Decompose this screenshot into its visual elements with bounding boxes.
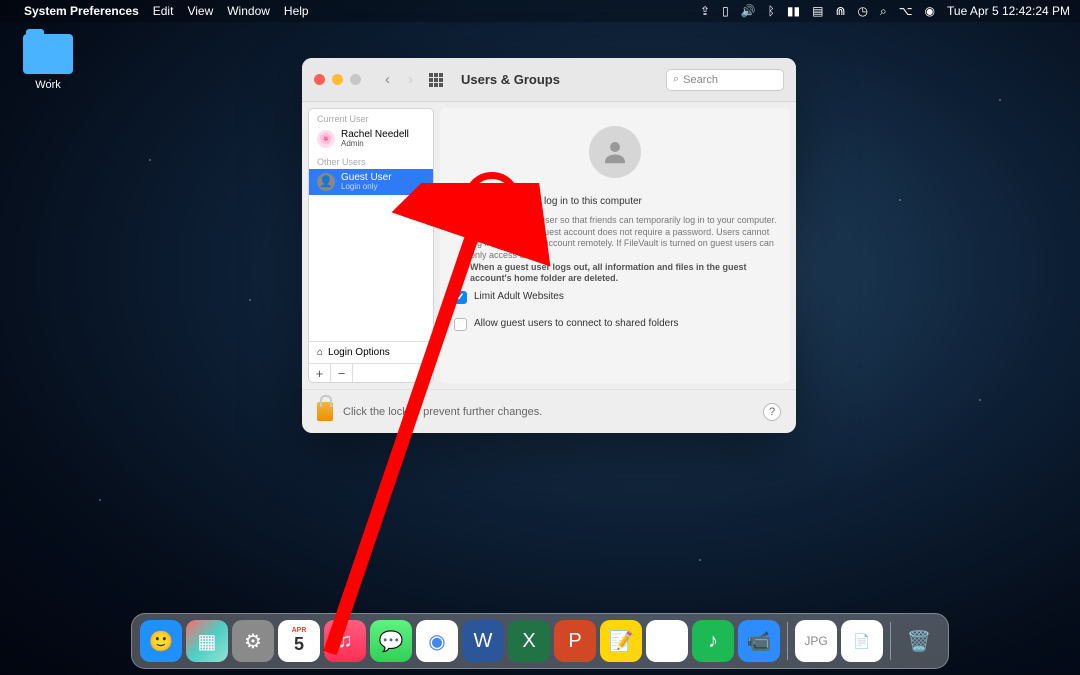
spotlight-icon[interactable]: ⌕ xyxy=(880,4,887,19)
sidebar-current-user[interactable]: 🌸 Rachel Needell Admin xyxy=(309,126,433,152)
login-options-label: Login Options xyxy=(328,347,390,358)
guest-user-role: Login only xyxy=(341,183,392,192)
allow-guest-login-checkbox[interactable] xyxy=(454,196,467,209)
menubar: System Preferences Edit View Window Help… xyxy=(0,0,1080,22)
dock-separator xyxy=(787,622,788,660)
search-placeholder: Search xyxy=(683,74,718,86)
limit-adult-websites-row[interactable]: Limit Adult Websites xyxy=(454,291,776,304)
storage-icon[interactable]: ▯ xyxy=(722,4,729,18)
users-sidebar: Current User 🌸 Rachel Needell Admin Othe… xyxy=(308,108,434,383)
zoom-button[interactable] xyxy=(350,74,361,85)
folder-icon xyxy=(23,34,73,74)
battery-icon[interactable]: ▮▮ xyxy=(787,4,800,18)
dock-trash[interactable]: 🗑️ xyxy=(898,620,940,662)
search-icon: ⌕ xyxy=(673,73,679,86)
dock-notes[interactable]: 📝 xyxy=(600,620,642,662)
add-user-button[interactable]: + xyxy=(309,364,331,382)
allow-guest-login-desc: Enable the guest user so that friends ca… xyxy=(470,215,777,260)
dock-powerpoint[interactable]: P xyxy=(554,620,596,662)
flag-icon[interactable]: ▤ xyxy=(812,4,823,18)
dock-file-doc[interactable]: 📄 xyxy=(841,620,883,662)
other-users-header: Other Users xyxy=(309,152,433,169)
menubar-app-name[interactable]: System Preferences xyxy=(24,4,139,18)
guest-user-settings: Allow guests to log in to this computer … xyxy=(440,108,790,383)
window-footer: Click the lock to prevent further change… xyxy=(302,389,796,433)
lock-icon[interactable] xyxy=(317,402,333,421)
avatar-icon: 🌸 xyxy=(317,130,335,148)
shared-folders-checkbox[interactable] xyxy=(454,318,467,331)
dock-spotify[interactable]: ♪ xyxy=(692,620,734,662)
dock-music[interactable]: ♫ xyxy=(324,620,366,662)
dock-messages[interactable]: 💬 xyxy=(370,620,412,662)
desktop-folder-label: Work xyxy=(18,79,78,91)
dock: 🙂 ▦ ⚙ APR5 ♫ 💬 ◉ W X P 📝 ✱ ♪ 📹 JPG 📄 🗑️ xyxy=(131,613,949,669)
allow-guest-login-label: Allow guests to log in to this computer xyxy=(474,196,642,207)
dock-launchpad[interactable]: ▦ xyxy=(186,620,228,662)
sidebar-guest-user[interactable]: 👤 Guest User Login only xyxy=(309,169,433,195)
menu-view[interactable]: View xyxy=(187,4,213,18)
window-titlebar: ‹ › Users & Groups ⌕ Search xyxy=(302,58,796,102)
help-button[interactable]: ? xyxy=(763,403,781,421)
lock-text: Click the lock to prevent further change… xyxy=(343,406,542,418)
allow-guest-login-row[interactable]: Allow guests to log in to this computer xyxy=(454,196,776,209)
login-options-row[interactable]: ⌂ Login Options xyxy=(309,341,433,363)
current-user-role: Admin xyxy=(341,140,409,149)
limit-adult-websites-checkbox[interactable] xyxy=(454,291,467,304)
wifi-icon[interactable]: ⋒ xyxy=(835,4,845,18)
menubar-datetime[interactable]: Tue Apr 5 12:42:24 PM xyxy=(947,4,1070,18)
dock-finder[interactable]: 🙂 xyxy=(140,620,182,662)
dock-calendar[interactable]: APR5 xyxy=(278,620,320,662)
shared-folders-row[interactable]: Allow guest users to connect to shared f… xyxy=(454,318,776,331)
remove-user-button[interactable]: − xyxy=(331,364,353,382)
home-icon: ⌂ xyxy=(317,347,323,358)
dock-zoom[interactable]: 📹 xyxy=(738,620,780,662)
shared-folders-label: Allow guest users to connect to shared f… xyxy=(474,318,679,329)
bluetooth-icon[interactable]: ᛒ xyxy=(768,4,775,18)
dropbox-icon[interactable]: ⇪ xyxy=(700,4,710,18)
menu-edit[interactable]: Edit xyxy=(153,4,174,18)
allow-guest-login-warning: When a guest user logs out, all informat… xyxy=(470,262,747,284)
minimize-button[interactable] xyxy=(332,74,343,85)
guest-avatar-large[interactable] xyxy=(589,126,641,178)
dock-excel[interactable]: X xyxy=(508,620,550,662)
control-center-icon[interactable]: ⌥ xyxy=(899,4,913,18)
avatar-icon: 👤 xyxy=(317,173,335,191)
clock-icon[interactable]: ◷ xyxy=(858,4,868,18)
menu-window[interactable]: Window xyxy=(227,4,270,18)
limit-adult-websites-label: Limit Adult Websites xyxy=(474,291,564,302)
volume-icon[interactable]: 🔊 xyxy=(741,4,756,18)
dock-word[interactable]: W xyxy=(462,620,504,662)
current-user-header: Current User xyxy=(309,109,433,126)
users-groups-window: ‹ › Users & Groups ⌕ Search Current User… xyxy=(302,58,796,433)
siri-icon[interactable]: ◉ xyxy=(925,4,935,18)
dock-file-jpg[interactable]: JPG xyxy=(795,620,837,662)
desktop-folder-work[interactable]: Work xyxy=(18,34,78,91)
add-remove-users: + − xyxy=(309,363,433,382)
search-field[interactable]: ⌕ Search xyxy=(666,69,784,91)
window-title: Users & Groups xyxy=(461,72,560,87)
forward-button[interactable]: › xyxy=(408,71,413,88)
dock-chrome[interactable]: ◉ xyxy=(416,620,458,662)
dock-slack[interactable]: ✱ xyxy=(646,620,688,662)
dock-separator xyxy=(890,622,891,660)
close-button[interactable] xyxy=(314,74,325,85)
dock-system-preferences[interactable]: ⚙ xyxy=(232,620,274,662)
menu-help[interactable]: Help xyxy=(284,4,309,18)
show-all-icon[interactable] xyxy=(429,73,443,87)
back-button[interactable]: ‹ xyxy=(385,71,390,88)
traffic-lights xyxy=(314,74,361,85)
